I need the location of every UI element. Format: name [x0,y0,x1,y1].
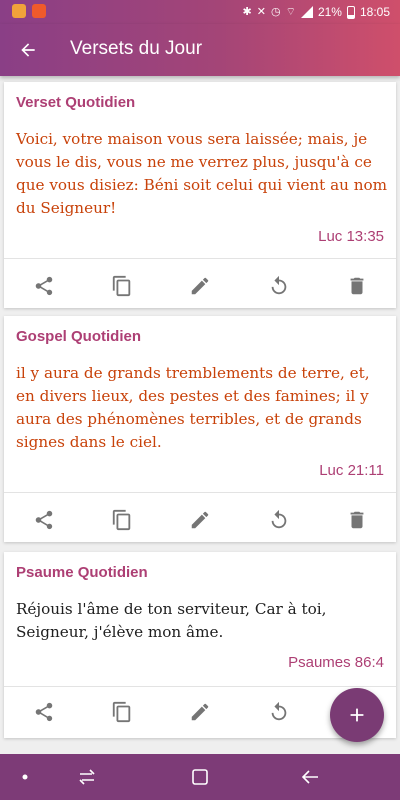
status-bar: ✱ ✕ ◷ ⌔ 21% 18:05 [0,0,400,24]
edit-button[interactable] [178,258,222,314]
refresh-icon [271,509,287,529]
share-button[interactable] [22,686,66,738]
delete-icon [350,277,364,295]
app-bar: Versets du Jour [0,24,400,76]
bluetooth-icon: ✱ [242,6,252,18]
card-verse-text: Réjouis l'âme de ton serviteur, Car à to… [16,600,327,641]
share-icon [35,276,53,296]
card-title: Gospel Quotidien [16,328,142,345]
system-back-button[interactable] [286,754,336,800]
copy-icon [112,275,131,297]
arrow-back-icon [21,43,35,57]
card-verse-text: il y aura de grands tremblements de terr… [16,364,370,451]
recent-apps-button[interactable] [62,754,112,800]
add-fab-button[interactable] [330,688,384,742]
copy-button[interactable] [100,686,144,738]
verse-card: Verset Quotidien Voici, votre maison vou… [4,82,396,308]
plus-icon [350,708,364,722]
card-reference: Psaumes 86:4 [288,654,384,671]
card-reference: Luc 21:11 [319,462,384,479]
battery-percentage: 21% [317,5,342,19]
delete-button[interactable] [335,258,379,314]
delete-icon [350,511,364,529]
card-actions [4,492,396,548]
copy-icon [112,509,131,531]
home-button[interactable] [175,754,225,800]
delete-button[interactable] [335,492,379,548]
card-verse-text: Voici, votre maison vous sera laissée; m… [16,130,388,217]
edit-button[interactable] [178,686,222,738]
refresh-button[interactable] [257,258,301,314]
notification-app-icon [32,4,46,18]
card-title: Psaume Quotidien [16,564,148,581]
back-button[interactable] [10,32,46,68]
card-actions [4,258,396,314]
share-icon [35,510,53,530]
card-title: Verset Quotidien [16,94,136,111]
home-icon [192,769,208,785]
edit-icon [191,703,209,721]
nav-dot-button[interactable] [0,754,50,800]
back-arrow-icon [301,770,318,784]
mute-icon: ✕ [256,6,266,18]
edit-button[interactable] [178,492,222,548]
share-icon [35,702,53,722]
share-button[interactable] [22,258,66,314]
notification-app-icon [12,4,26,18]
gospel-card: Gospel Quotidien il y aura de grands tre… [4,316,396,542]
edit-icon [191,511,209,529]
share-button[interactable] [22,492,66,548]
refresh-button[interactable] [257,492,301,548]
refresh-icon [271,275,287,295]
signal-icon [300,6,313,18]
refresh-button[interactable] [257,686,301,738]
card-reference: Luc 13:35 [318,228,384,245]
copy-button[interactable] [100,258,144,314]
page-title: Versets du Jour [70,38,203,59]
battery-icon [346,5,355,19]
edit-icon [191,277,209,295]
status-time: 18:05 [359,5,390,19]
refresh-icon [271,701,287,721]
dot-icon [22,774,28,780]
copy-button[interactable] [100,492,144,548]
alarm-icon: ◷ [270,6,281,18]
wifi-icon: ⌔ [285,6,296,18]
system-navigation-bar [0,754,400,800]
recent-apps-icon [79,769,95,785]
copy-icon [112,701,131,723]
